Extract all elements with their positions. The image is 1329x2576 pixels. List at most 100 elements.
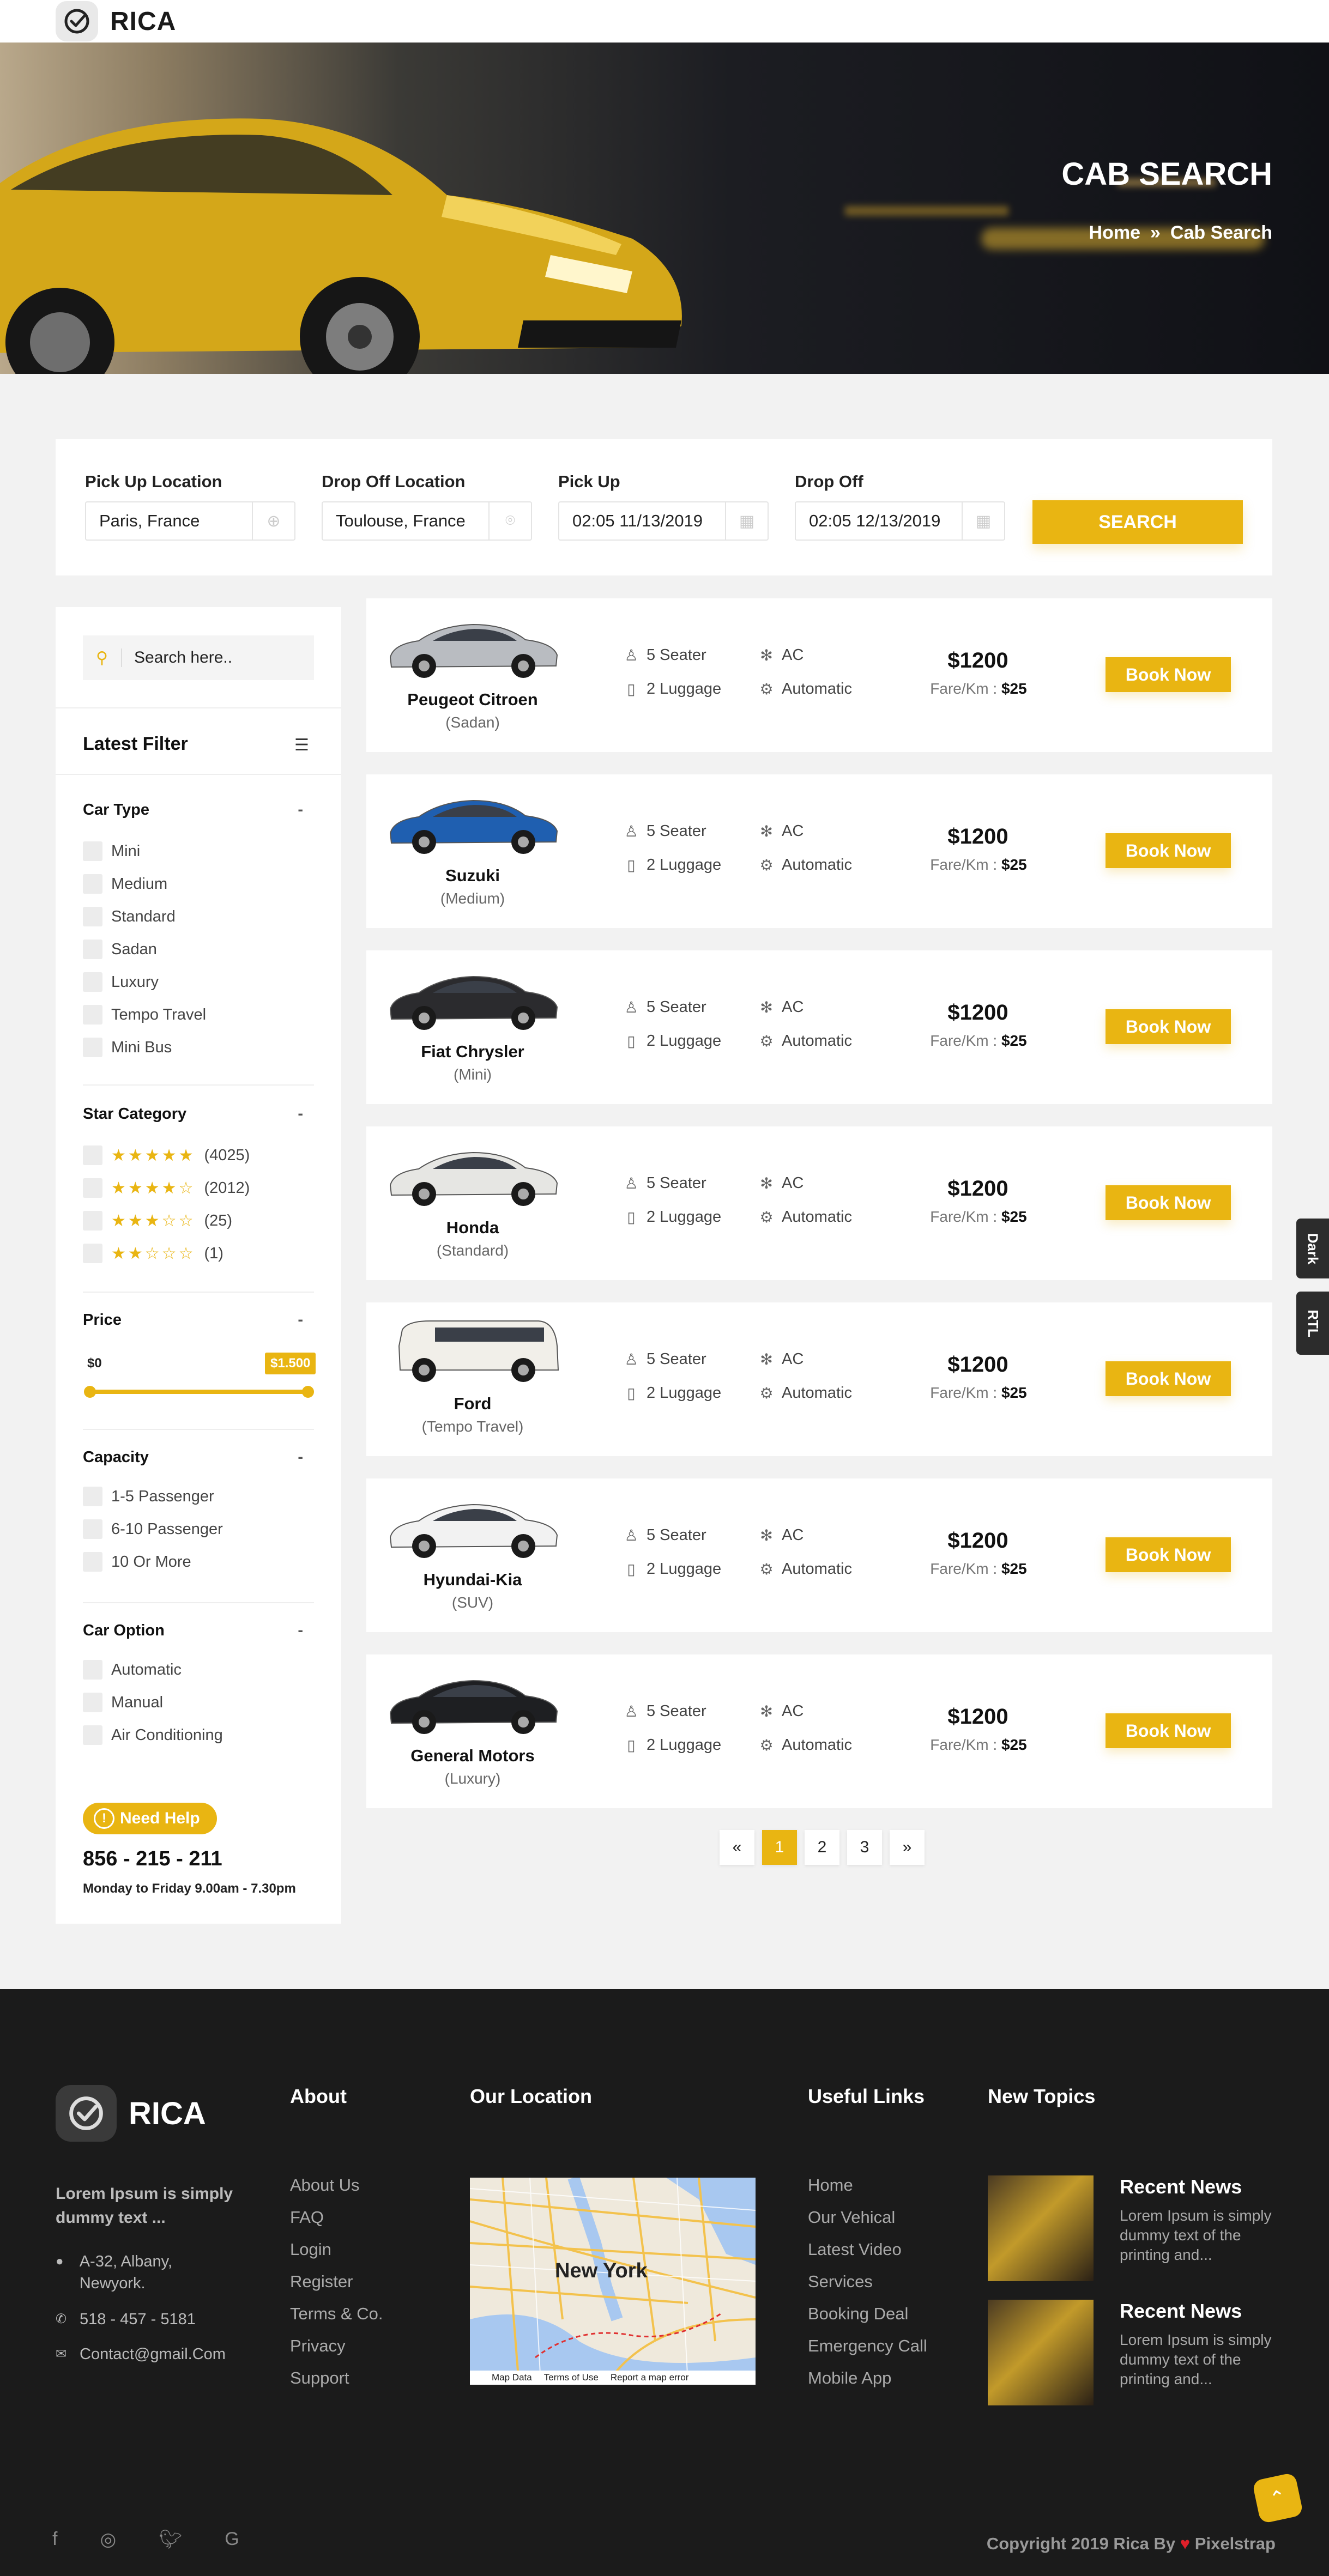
news-title[interactable]: Recent News (1120, 2300, 1242, 2323)
car-name[interactable]: General Motors (366, 1746, 579, 1766)
book-now-button[interactable]: Book Now (1106, 833, 1231, 868)
checkbox[interactable] (83, 940, 102, 959)
car-type-option[interactable]: Luxury (83, 972, 159, 992)
book-now-button[interactable]: Book Now (1106, 1537, 1231, 1572)
car-name[interactable]: Peugeot Citroen (366, 690, 579, 710)
map-attribution-link[interactable]: Terms of Use (544, 2372, 599, 2383)
checkbox[interactable] (83, 1487, 102, 1506)
checkbox[interactable] (83, 1145, 102, 1165)
sidebar-search-placeholder[interactable]: Search here.. (122, 648, 232, 667)
filter-sliders-icon[interactable]: ☰ (294, 736, 309, 755)
star-category-option[interactable]: ★★★★★ (4025) (83, 1145, 250, 1165)
checkbox[interactable] (83, 1552, 102, 1572)
book-now-button[interactable]: Book Now (1106, 1361, 1231, 1396)
star-category-header[interactable]: Star Category - (83, 1105, 314, 1123)
footer-about-link[interactable]: Privacy (290, 2336, 383, 2368)
car-option-option[interactable]: Manual (83, 1693, 163, 1712)
car-type-option[interactable]: Mini (83, 841, 140, 861)
twitter-icon[interactable]: 🐦︎ (159, 2529, 182, 2550)
news-thumbnail[interactable] (988, 2175, 1094, 2281)
calendar-icon[interactable]: ▦ (725, 502, 768, 540)
pickup-date-value[interactable]: 02:05 11/13/2019 (559, 511, 725, 531)
footer-useful-link[interactable]: Emergency Call (808, 2336, 927, 2368)
footer-useful-link[interactable]: Our Vehical (808, 2208, 927, 2240)
footer-email[interactable]: ✉ Contact@gmail.Com (56, 2343, 226, 2365)
car-name[interactable]: Honda (366, 1218, 579, 1238)
car-option-option[interactable]: Air Conditioning (83, 1725, 223, 1745)
capacity-option[interactable]: 10 Or More (83, 1552, 191, 1572)
capacity-option[interactable]: 6-10 Passenger (83, 1519, 223, 1539)
footer-about-link[interactable]: FAQ (290, 2208, 383, 2240)
pickup-date-input[interactable]: 02:05 11/13/2019 ▦ (558, 501, 769, 541)
capacity-option[interactable]: 1-5 Passenger (83, 1487, 214, 1506)
pagination-page[interactable]: 1 (762, 1830, 797, 1865)
map-attribution-link[interactable]: Report a map error (611, 2372, 689, 2383)
car-name[interactable]: Ford (366, 1394, 579, 1414)
capacity-header[interactable]: Capacity - (83, 1448, 314, 1466)
star-category-option[interactable]: ★★★☆☆ (25) (83, 1211, 232, 1231)
footer-about-link[interactable]: Terms & Co. (290, 2304, 383, 2336)
footer-useful-link[interactable]: Home (808, 2175, 927, 2208)
checkbox[interactable] (83, 841, 102, 861)
footer-useful-link[interactable]: Services (808, 2272, 927, 2304)
footer-about-link[interactable]: Support (290, 2368, 383, 2401)
checkbox[interactable] (83, 1211, 102, 1231)
checkbox[interactable] (83, 1178, 102, 1198)
car-type-option[interactable]: Medium (83, 874, 167, 894)
dropoff-location-value[interactable]: Toulouse, France (323, 511, 488, 531)
footer-useful-link[interactable]: Booking Deal (808, 2304, 927, 2336)
checkbox[interactable] (83, 972, 102, 992)
footer-logo[interactable]: RICA (56, 2085, 206, 2142)
pickup-location-input[interactable]: Paris, France ⊕ (85, 501, 295, 541)
footer-about-link[interactable]: About Us (290, 2175, 383, 2208)
price-max-handle[interactable] (302, 1386, 314, 1398)
car-option-option[interactable]: Automatic (83, 1660, 182, 1680)
car-type-header[interactable]: Car Type - (83, 801, 314, 819)
pagination-next[interactable]: » (890, 1830, 925, 1865)
dropoff-location-input[interactable]: Toulouse, France ⌾ (322, 501, 532, 541)
location-map[interactable]: New York Map Data Terms of Use Report a ma… (470, 2178, 756, 2385)
checkbox[interactable] (83, 1693, 102, 1712)
help-phone[interactable]: 856 - 215 - 211 (83, 1847, 222, 1871)
map-pin-icon[interactable]: ⌾ (488, 502, 531, 540)
book-now-button[interactable]: Book Now (1106, 1713, 1231, 1748)
calendar-icon[interactable]: ▦ (962, 502, 1004, 540)
car-option-header[interactable]: Car Option - (83, 1622, 314, 1640)
price-range-slider[interactable] (84, 1386, 314, 1398)
copyright-author-link[interactable]: Pixelstrap (1195, 2534, 1276, 2553)
rtl-mode-tab[interactable]: RTL (1296, 1292, 1329, 1355)
checkbox[interactable] (83, 907, 102, 926)
price-header[interactable]: Price - (83, 1311, 314, 1329)
footer-about-link[interactable]: Login (290, 2240, 383, 2272)
dropoff-date-input[interactable]: 02:05 12/13/2019 ▦ (795, 501, 1005, 541)
google-icon[interactable]: G (225, 2529, 239, 2550)
car-name[interactable]: Suzuki (366, 866, 579, 886)
checkbox[interactable] (83, 1005, 102, 1025)
checkbox[interactable] (83, 1519, 102, 1539)
breadcrumb-home[interactable]: Home (1089, 222, 1140, 244)
news-title[interactable]: Recent News (1120, 2175, 1242, 2198)
car-name[interactable]: Fiat Chrysler (366, 1042, 579, 1062)
sidebar-search-input[interactable]: ⚲ Search here.. (83, 635, 314, 680)
instagram-icon[interactable]: ◎ (100, 2529, 116, 2550)
star-category-option[interactable]: ★★★★☆ (2012) (83, 1178, 250, 1198)
checkbox[interactable] (83, 1725, 102, 1745)
scroll-to-top-button[interactable]: ⌃ (1252, 2472, 1304, 2524)
book-now-button[interactable]: Book Now (1106, 1009, 1231, 1044)
car-name[interactable]: Hyundai-Kia (366, 1570, 579, 1590)
dark-mode-tab[interactable]: Dark (1296, 1219, 1329, 1278)
footer-useful-link[interactable]: Latest Video (808, 2240, 927, 2272)
brand-logo[interactable]: RICA (56, 1, 176, 41)
pagination-page[interactable]: 2 (805, 1830, 839, 1865)
checkbox[interactable] (83, 1660, 102, 1680)
news-thumbnail[interactable] (988, 2300, 1094, 2405)
checkbox[interactable] (83, 1244, 102, 1263)
search-button[interactable]: SEARCH (1032, 500, 1243, 544)
car-type-option[interactable]: Standard (83, 907, 176, 926)
car-type-option[interactable]: Tempo Travel (83, 1005, 206, 1025)
footer-about-link[interactable]: Register (290, 2272, 383, 2304)
book-now-button[interactable]: Book Now (1106, 1185, 1231, 1220)
footer-useful-link[interactable]: Mobile App (808, 2368, 927, 2401)
dropoff-date-value[interactable]: 02:05 12/13/2019 (796, 511, 962, 531)
map-attribution-link[interactable]: Map Data (492, 2372, 532, 2383)
